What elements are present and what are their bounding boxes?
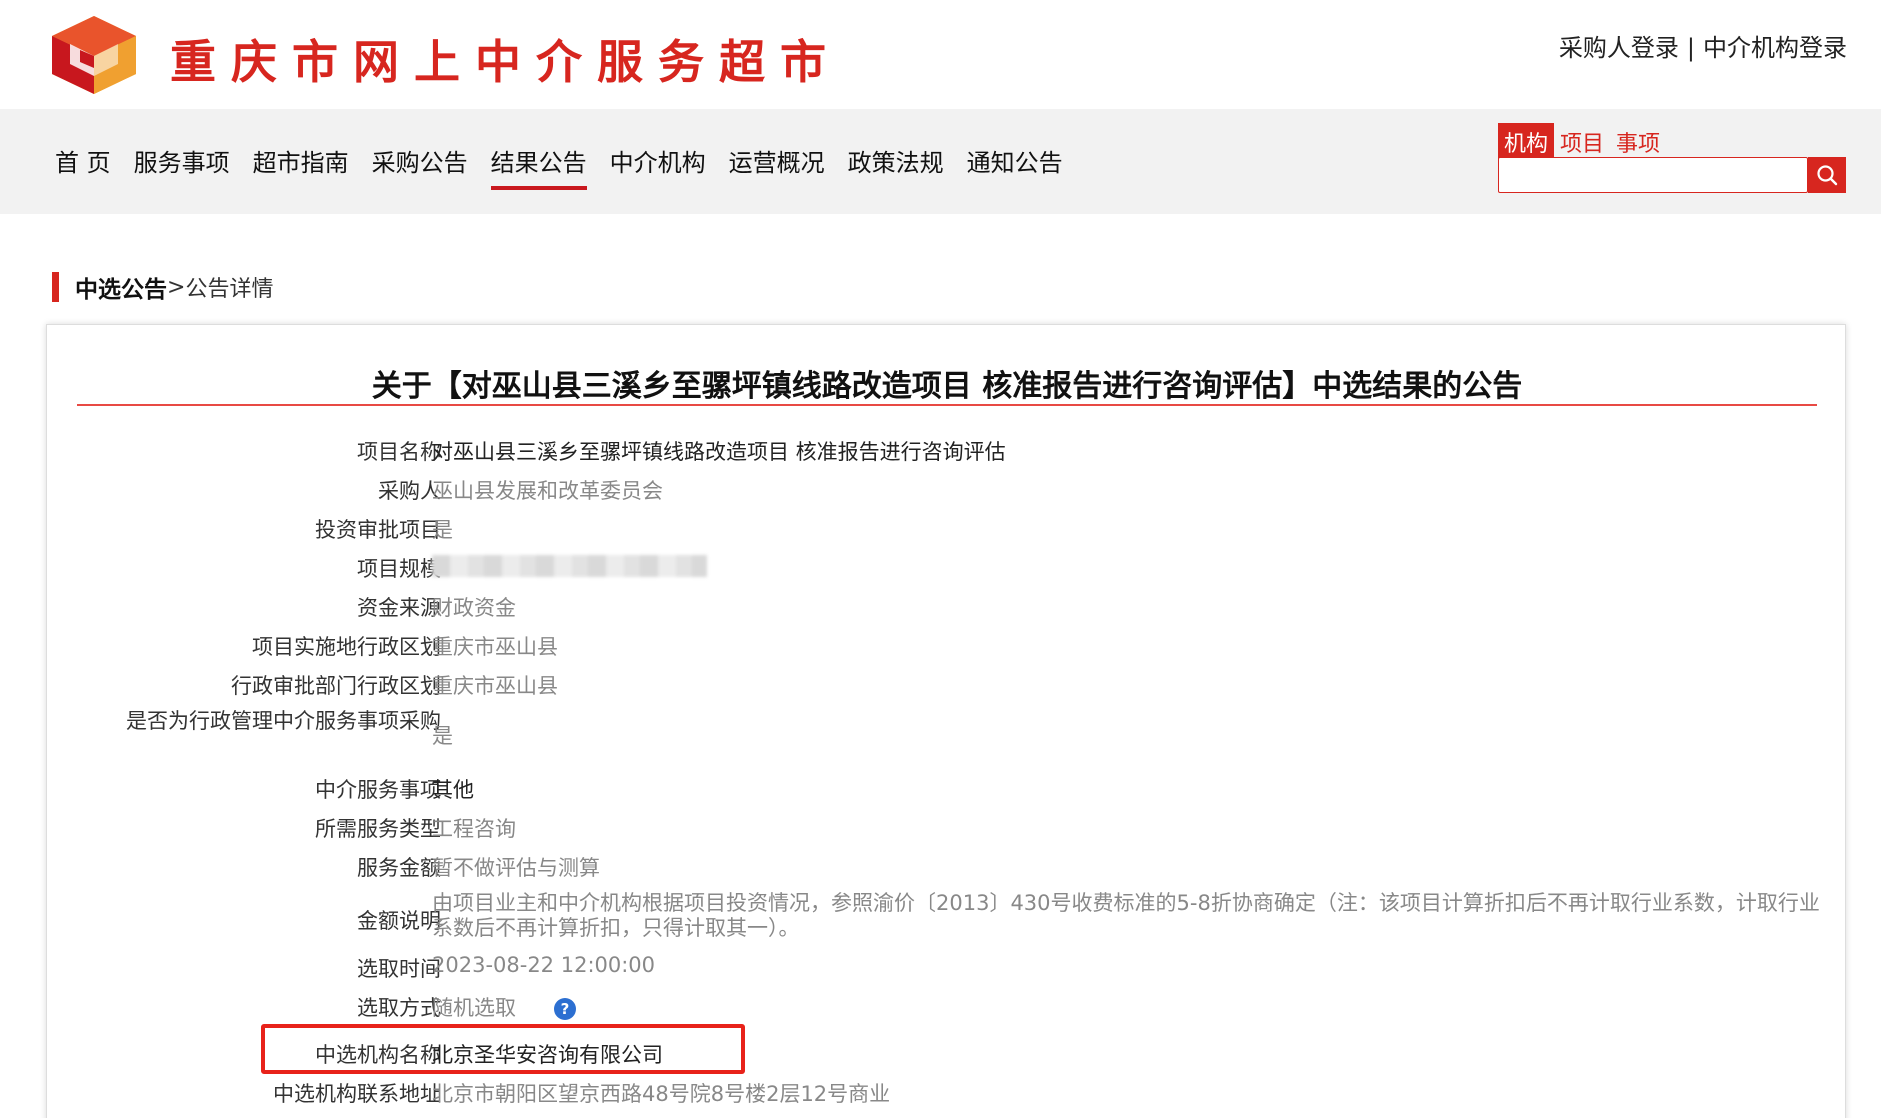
- search-box: 机构 项目 事项: [1498, 123, 1846, 193]
- site-header: 重庆市网上中介服务超市 采购人登录 | 中介机构登录: [0, 0, 1881, 109]
- search-tabs: 机构 项目 事项: [1498, 123, 1666, 161]
- search-tab-agency[interactable]: 机构: [1498, 123, 1555, 161]
- nav-item-operations[interactable]: 运营概况: [729, 143, 825, 190]
- field-label: 资金来源: [357, 596, 441, 620]
- field-value: 其他: [432, 778, 474, 802]
- field-label: 项目规模: [357, 557, 441, 581]
- selection-method-value: 随机选取: [432, 996, 516, 1020]
- nav-item-market-guide[interactable]: 超市指南: [253, 143, 349, 190]
- field-label: 选取时间: [357, 957, 441, 981]
- field-label: 所需服务类型: [315, 817, 441, 841]
- login-separator: |: [1686, 34, 1695, 62]
- breadcrumb: 中选公告 > 公告详情: [52, 270, 274, 304]
- site-title: 重庆市网上中介服务超市: [170, 35, 841, 89]
- field-value: 重庆市巫山县: [432, 635, 558, 659]
- field-label: 项目实施地行政区划: [252, 635, 441, 659]
- notice-title: 关于【对巫山县三溪乡至骡坪镇线路改造项目 核准报告进行咨询评估】中选结果的公告: [371, 369, 1523, 404]
- nav-item-agencies[interactable]: 中介机构: [610, 143, 706, 190]
- field-value: 财政资金: [432, 596, 516, 620]
- field-label: 是否为行政管理中介服务事项采购: [126, 709, 441, 733]
- notice-detail-card: 关于【对巫山县三溪乡至骡坪镇线路改造项目 核准报告进行咨询评估】中选结果的公告 …: [46, 324, 1846, 1118]
- field-label: 行政审批部门行政区划: [231, 674, 441, 698]
- buyer-login-link[interactable]: 采购人登录: [1559, 34, 1679, 62]
- field-value: 暂不做评估与测算: [432, 856, 600, 880]
- search-tab-project[interactable]: 项目: [1554, 123, 1610, 161]
- nav-item-service-items[interactable]: 服务事项: [134, 143, 230, 190]
- nav-item-policies[interactable]: 政策法规: [848, 143, 944, 190]
- field-value: 北京市朝阳区望京西路48号院8号楼2层12号商业: [432, 1082, 891, 1106]
- field-value: 是: [432, 518, 453, 542]
- search-icon: [1817, 165, 1838, 186]
- field-label: 中介服务事项: [315, 778, 441, 802]
- search-input[interactable]: [1498, 157, 1808, 193]
- field-value-with-help: 随机选取?: [432, 992, 576, 1022]
- field-value: 重庆市巫山县: [432, 674, 558, 698]
- field-value-redacted: [432, 553, 707, 577]
- field-value: 对巫山县三溪乡至骡坪镇线路改造项目 核准报告进行咨询评估: [432, 440, 1006, 464]
- search-button[interactable]: [1808, 157, 1846, 193]
- agency-login-link[interactable]: 中介机构登录: [1703, 34, 1847, 62]
- cube-logo-icon[interactable]: [50, 14, 138, 96]
- title-divider: [77, 404, 1817, 406]
- main-nav: 首 页 服务事项 超市指南 采购公告 结果公告 中介机构 运营概况 政策法规 通…: [55, 143, 1063, 190]
- nav-item-home[interactable]: 首 页: [55, 143, 111, 190]
- field-label: 投资审批项目: [315, 518, 441, 542]
- field-label: 服务金额: [357, 856, 441, 880]
- breadcrumb-marker: [52, 272, 59, 302]
- selected-agency-highlight: [261, 1024, 745, 1074]
- field-value: 由项目业主和中介机构根据项目投资情况，参照渝价〔2013〕430号收费标准的5-…: [432, 891, 1820, 940]
- field-value: 是: [432, 724, 453, 748]
- nav-item-procurement-notices[interactable]: 采购公告: [372, 143, 468, 190]
- field-value: 2023-08-22 12:00:00: [432, 953, 656, 977]
- redacted-block: [432, 555, 707, 577]
- breadcrumb-section-link[interactable]: 中选公告: [75, 270, 167, 304]
- nav-item-notifications[interactable]: 通知公告: [967, 143, 1063, 190]
- search-tab-item[interactable]: 事项: [1610, 123, 1666, 161]
- field-label: 中选机构联系地址: [273, 1082, 441, 1106]
- nav-item-result-notices[interactable]: 结果公告: [490, 143, 587, 190]
- field-value: 巫山县发展和改革委员会: [432, 479, 663, 503]
- field-label: 选取方式: [357, 996, 441, 1020]
- field-label: 项目名称: [357, 440, 441, 464]
- field-label: 金额说明: [357, 909, 441, 933]
- field-value: 工程咨询: [432, 817, 516, 841]
- breadcrumb-current: 公告详情: [185, 277, 274, 302]
- breadcrumb-separator: >: [167, 274, 186, 300]
- question-circle-icon[interactable]: ?: [554, 998, 576, 1020]
- login-links: 采购人登录 | 中介机构登录: [1559, 28, 1847, 63]
